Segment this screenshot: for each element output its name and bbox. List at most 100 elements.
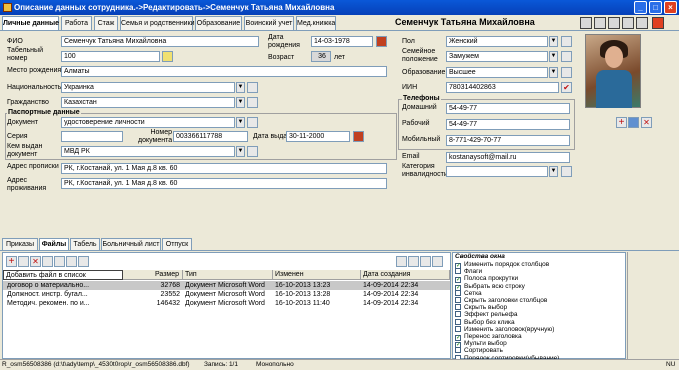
view-small-icon[interactable] bbox=[408, 256, 419, 267]
checkbox[interactable] bbox=[455, 347, 461, 354]
prop-label: Выбор без клика bbox=[464, 318, 515, 326]
edit-photo-icon[interactable] bbox=[628, 117, 639, 128]
series-field[interactable] bbox=[61, 131, 123, 142]
checkbox[interactable] bbox=[455, 311, 461, 318]
prop-label: Эффект рельефа bbox=[464, 311, 518, 319]
issue-calendar-icon[interactable] bbox=[353, 131, 364, 142]
tab-family[interactable]: Семья и родственники bbox=[120, 16, 195, 30]
add-photo-icon[interactable]: + bbox=[616, 117, 627, 128]
col-created[interactable]: Дата создания bbox=[361, 270, 450, 280]
marital-edit-icon[interactable] bbox=[561, 51, 572, 62]
education-edit-icon[interactable] bbox=[561, 67, 572, 78]
view-details-icon[interactable] bbox=[432, 256, 443, 267]
checkbox[interactable] bbox=[455, 289, 461, 296]
email-label: Email bbox=[402, 153, 420, 160]
close-button[interactable]: × bbox=[664, 1, 677, 14]
tab-work[interactable]: Работа bbox=[61, 16, 92, 30]
key-icon[interactable] bbox=[162, 51, 173, 62]
disability-edit-icon[interactable] bbox=[561, 166, 572, 177]
view-large-icon[interactable] bbox=[396, 256, 407, 267]
tab-vacation[interactable]: Отпуск bbox=[162, 238, 192, 250]
file-name: Должност. инстр. бугал... bbox=[7, 291, 88, 298]
nationality-edit-icon[interactable] bbox=[247, 82, 258, 93]
tab-personal[interactable]: Личные данные bbox=[2, 16, 59, 31]
checkbox[interactable] bbox=[455, 325, 461, 332]
citizenship-field[interactable]: Казахстан bbox=[61, 97, 235, 108]
tabnum-field[interactable]: 100 bbox=[61, 51, 160, 62]
nationality-dropdown-icon[interactable]: ▼ bbox=[236, 82, 245, 93]
checkbox[interactable] bbox=[455, 304, 461, 311]
checkbox[interactable] bbox=[455, 297, 461, 303]
delete-photo-icon[interactable]: ✕ bbox=[641, 117, 652, 128]
add-file-icon[interactable]: + bbox=[6, 256, 17, 267]
card-icon[interactable] bbox=[608, 17, 620, 29]
col-modified[interactable]: Изменен bbox=[273, 270, 361, 280]
sex-edit-icon[interactable] bbox=[561, 36, 572, 47]
doc-field[interactable]: удостоверение личности bbox=[61, 117, 235, 128]
fio-field[interactable]: Семенчук Татьяна Михайловна bbox=[61, 36, 259, 47]
education-field[interactable]: Высшее bbox=[446, 67, 548, 78]
file-type: Документ Microsoft Word bbox=[185, 282, 265, 289]
issuer-dropdown-icon[interactable]: ▼ bbox=[236, 146, 245, 157]
birthdate-field[interactable]: 14-03-1978 bbox=[311, 36, 373, 47]
add-file-to-list-button[interactable]: Добавить файл в список bbox=[3, 270, 123, 280]
doc-edit-icon[interactable] bbox=[247, 117, 258, 128]
number-field[interactable]: 003366117788 bbox=[173, 131, 248, 142]
checkbox[interactable] bbox=[455, 318, 461, 325]
birthdate-label: Дата рождения bbox=[268, 34, 300, 49]
tab-sick-leave[interactable]: Больничный лист bbox=[101, 238, 161, 250]
disability-dropdown-icon[interactable]: ▼ bbox=[549, 166, 558, 177]
view-list-icon[interactable] bbox=[420, 256, 431, 267]
export-icon[interactable] bbox=[636, 17, 648, 29]
save-file-icon[interactable] bbox=[42, 256, 53, 267]
marital-dropdown-icon[interactable]: ▼ bbox=[549, 51, 558, 62]
nationality-field[interactable]: Украинка bbox=[61, 82, 235, 93]
email-field[interactable]: kostanaysoft@mail.ru bbox=[446, 152, 570, 163]
doc-dropdown-icon[interactable]: ▼ bbox=[236, 117, 245, 128]
col-size[interactable]: Размер bbox=[123, 270, 183, 280]
col-type[interactable]: Тип bbox=[183, 270, 273, 280]
prop-label: Выбрать всю строку bbox=[464, 282, 525, 290]
work-phone-field[interactable]: 54-49-77 bbox=[446, 119, 570, 130]
maximize-button[interactable]: □ bbox=[649, 1, 662, 14]
status-record: Запись: 1/1 bbox=[204, 361, 238, 368]
close-form-icon[interactable] bbox=[652, 17, 664, 29]
tab-orders[interactable]: Приказы bbox=[2, 238, 38, 250]
print-icon[interactable] bbox=[594, 17, 606, 29]
mobile-phone-field[interactable]: 8-771-429-70-77 bbox=[446, 135, 570, 146]
citizenship-edit-icon[interactable] bbox=[247, 97, 258, 108]
birthplace-field[interactable]: Алматы bbox=[61, 66, 387, 77]
disability-field[interactable] bbox=[446, 166, 548, 177]
issue-field[interactable]: 30-11-2000 bbox=[286, 131, 350, 142]
series-label: Серия bbox=[7, 133, 28, 140]
iin-field[interactable]: 780314402863 bbox=[446, 82, 559, 93]
education-dropdown-icon[interactable]: ▼ bbox=[549, 67, 558, 78]
check-icon[interactable]: ✔ bbox=[561, 82, 572, 93]
education-label: Образование bbox=[402, 69, 446, 76]
citizenship-dropdown-icon[interactable]: ▼ bbox=[236, 97, 245, 108]
issuer-field[interactable]: МВД РК bbox=[61, 146, 235, 157]
tab-medbook[interactable]: Мед.книжка bbox=[296, 16, 336, 30]
tab-military[interactable]: Воинский учет bbox=[244, 16, 294, 30]
tab-files[interactable]: Файлы bbox=[39, 238, 69, 250]
home-phone-field[interactable]: 54-49-77 bbox=[446, 103, 570, 114]
print-file-icon[interactable] bbox=[78, 256, 89, 267]
marital-field[interactable]: Замужем bbox=[446, 51, 548, 62]
report-icon[interactable] bbox=[622, 17, 634, 29]
sex-field[interactable]: Женский bbox=[446, 36, 548, 47]
checkbox[interactable] bbox=[455, 268, 461, 275]
sex-dropdown-icon[interactable]: ▼ bbox=[549, 36, 558, 47]
edit-file-icon[interactable] bbox=[18, 256, 29, 267]
tab-experience[interactable]: Стаж bbox=[94, 16, 118, 30]
scan-icon[interactable] bbox=[66, 256, 77, 267]
minimize-button[interactable]: _ bbox=[634, 1, 647, 14]
issuer-edit-icon[interactable] bbox=[247, 146, 258, 157]
live-addr-field[interactable]: РК, г.Костанай, ул. 1 Мая д.8 кв. 60 bbox=[61, 178, 387, 189]
save-icon[interactable] bbox=[580, 17, 592, 29]
delete-file-icon[interactable]: ✕ bbox=[30, 256, 41, 267]
tab-education[interactable]: Образование bbox=[195, 16, 242, 30]
open-file-icon[interactable] bbox=[54, 256, 65, 267]
tab-timesheet[interactable]: Табель bbox=[70, 238, 100, 250]
calendar-icon[interactable] bbox=[376, 36, 387, 47]
reg-addr-field[interactable]: РК, г.Костанай, ул. 1 Мая д.8 кв. 60 bbox=[61, 163, 387, 174]
